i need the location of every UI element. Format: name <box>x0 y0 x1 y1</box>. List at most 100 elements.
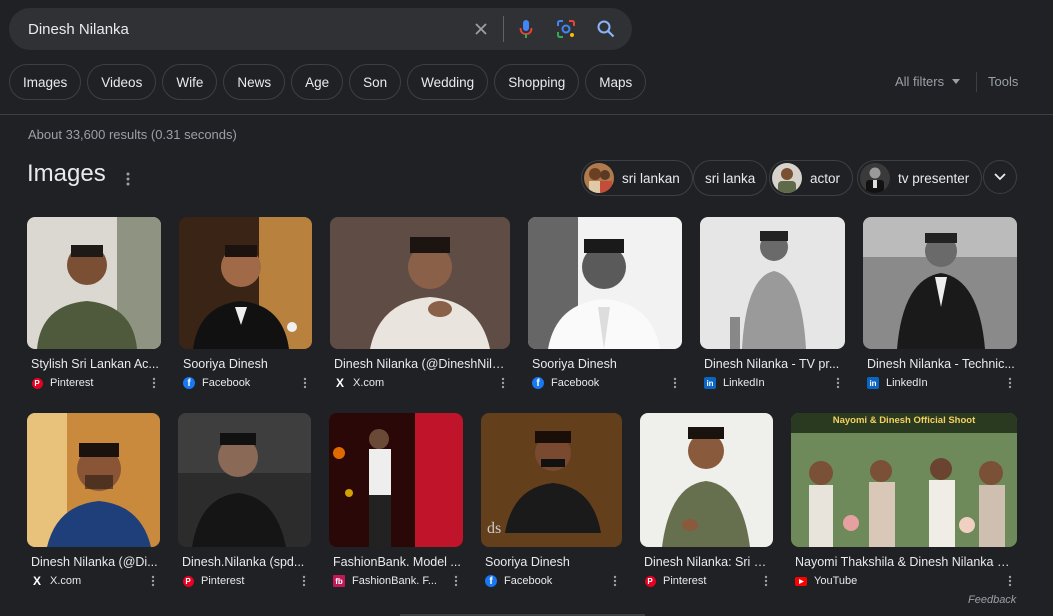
chevron-down-icon <box>994 173 1006 181</box>
result-caption[interactable]: Sooriya Dinesh <box>183 357 310 371</box>
result-source[interactable]: in LinkedIn <box>704 376 845 390</box>
tools-button[interactable]: Tools <box>988 74 1018 89</box>
video-title-overlay: Nayomi & Dinesh Official Shoot <box>832 415 976 426</box>
result-thumbnail[interactable] <box>700 217 845 349</box>
image-result[interactable]: Stylish Sri Lankan Ac... P Pinterest <box>27 217 161 390</box>
related-label: sri lanka <box>705 170 756 186</box>
result-thumbnail[interactable] <box>178 413 311 547</box>
more-options-icon[interactable] <box>1003 574 1017 588</box>
chip-videos[interactable]: Videos <box>87 64 157 100</box>
result-thumbnail[interactable] <box>329 413 463 547</box>
result-caption[interactable]: Dinesh Nilanka - Technic... <box>867 357 1015 371</box>
related-chip-tv-presenter[interactable]: tv presenter <box>857 160 983 196</box>
source-name: LinkedIn <box>723 377 765 389</box>
result-caption[interactable]: Dinesh Nilanka (@DineshNila... <box>334 357 508 371</box>
tools-divider <box>976 72 977 92</box>
related-chip-sri-lanka[interactable]: sri lanka <box>693 160 768 196</box>
chip-news[interactable]: News <box>223 64 286 100</box>
result-thumbnail[interactable] <box>27 217 161 349</box>
microphone-icon[interactable] <box>506 8 546 50</box>
result-thumbnail[interactable]: ds <box>481 413 622 547</box>
result-source[interactable]: X X.com <box>334 376 510 390</box>
expand-related-button[interactable] <box>983 160 1017 194</box>
search-divider <box>503 16 504 42</box>
more-options-icon[interactable] <box>449 574 463 588</box>
image-result[interactable]: Dinesh Nilanka - TV pr... in LinkedIn <box>700 217 845 390</box>
more-options-icon[interactable] <box>146 574 160 588</box>
result-source[interactable]: P Pinterest <box>182 574 311 588</box>
chip-images[interactable]: Images <box>9 64 82 100</box>
result-thumbnail[interactable] <box>863 217 1017 349</box>
more-options-icon[interactable] <box>147 376 161 390</box>
result-source[interactable]: X X.com <box>31 574 160 588</box>
result-source[interactable]: f Facebook <box>183 376 312 390</box>
image-result[interactable]: FashionBank. Model ... fb FashionBank. F… <box>329 413 463 588</box>
search-bar[interactable]: Dinesh Nilanka <box>9 8 632 50</box>
related-chip-actor[interactable]: actor <box>769 160 854 196</box>
result-source[interactable]: P Pinterest <box>31 376 161 390</box>
more-options-icon[interactable] <box>122 170 134 188</box>
result-caption[interactable]: Dinesh.Nilanka (spd... <box>182 555 309 569</box>
result-caption[interactable]: Dinesh Nilanka - TV pr... <box>704 357 843 371</box>
fashionbank-icon: fb <box>333 575 345 587</box>
more-options-icon[interactable] <box>608 574 622 588</box>
image-result[interactable]: Sooriya Dinesh f Facebook <box>179 217 312 390</box>
result-caption[interactable]: Sooriya Dinesh <box>532 357 680 371</box>
more-options-icon[interactable] <box>1003 376 1017 390</box>
all-filters-label: All filters <box>895 74 945 89</box>
result-source[interactable]: in LinkedIn <box>867 376 1017 390</box>
image-result[interactable]: Sooriya Dinesh f Facebook <box>528 217 682 390</box>
result-thumbnail[interactable] <box>330 217 510 349</box>
result-caption[interactable]: Stylish Sri Lankan Ac... <box>31 357 159 371</box>
x-icon: X <box>32 574 41 588</box>
clear-icon[interactable] <box>461 8 501 50</box>
chip-son[interactable]: Son <box>349 64 402 100</box>
x-icon: X <box>335 376 344 390</box>
source-name: Pinterest <box>663 575 707 587</box>
result-source[interactable]: P Pinterest <box>644 574 773 588</box>
image-result[interactable]: Dinesh.Nilanka (spd... P Pinterest <box>178 413 311 588</box>
chip-shopping[interactable]: Shopping <box>494 64 580 100</box>
result-caption[interactable]: Dinesh Nilanka (@Di... <box>31 555 158 569</box>
result-source[interactable]: fb FashionBank. F... <box>333 574 463 588</box>
related-label: sri lankan <box>622 170 680 186</box>
result-thumbnail[interactable] <box>27 413 160 547</box>
source-name: Facebook <box>551 377 600 389</box>
result-thumbnail[interactable] <box>528 217 682 349</box>
more-options-icon[interactable] <box>298 376 312 390</box>
pinterest-icon: P <box>182 575 194 587</box>
image-result[interactable]: ds Sooriya Dinesh f Facebook <box>481 413 622 588</box>
more-options-icon[interactable] <box>831 376 845 390</box>
more-options-icon[interactable] <box>297 574 311 588</box>
all-filters-button[interactable]: All filters <box>895 74 961 89</box>
result-caption[interactable]: Dinesh Nilanka: Sri L... <box>644 555 771 569</box>
result-source[interactable]: f Facebook <box>485 574 622 588</box>
chip-wife[interactable]: Wife <box>162 64 218 100</box>
result-thumbnail[interactable]: Nayomi & Dinesh Official Shoot <box>791 413 1017 547</box>
more-options-icon[interactable] <box>759 574 773 588</box>
lens-icon[interactable] <box>546 8 586 50</box>
image-result[interactable]: Dinesh Nilanka - Technic... in LinkedIn <box>863 217 1017 390</box>
result-thumbnail[interactable] <box>640 413 773 547</box>
linkedin-icon: in <box>867 377 879 389</box>
result-source[interactable]: YouTube <box>795 574 1017 588</box>
search-input[interactable]: Dinesh Nilanka <box>28 21 461 38</box>
image-result[interactable]: Dinesh Nilanka: Sri L... P Pinterest <box>640 413 773 588</box>
image-result[interactable]: Nayomi & Dinesh Official Shoot Nayomi Th… <box>791 413 1017 588</box>
result-caption[interactable]: FashionBank. Model ... <box>333 555 461 569</box>
related-chip-sri-lankan[interactable]: sri lankan <box>581 160 693 196</box>
chip-age[interactable]: Age <box>291 64 344 100</box>
search-icon[interactable] <box>586 8 626 50</box>
result-caption[interactable]: Sooriya Dinesh <box>485 555 620 569</box>
svg-text:ds: ds <box>487 520 501 537</box>
image-result[interactable]: Dinesh Nilanka (@DineshNila... X X.com <box>330 217 510 390</box>
feedback-link[interactable]: Feedback <box>968 594 1016 606</box>
result-source[interactable]: f Facebook <box>532 376 682 390</box>
image-result[interactable]: Dinesh Nilanka (@Di... X X.com <box>27 413 160 588</box>
result-thumbnail[interactable] <box>179 217 312 349</box>
result-caption[interactable]: Nayomi Thakshila & Dinesh Nilanka O... <box>795 555 1015 569</box>
chip-wedding[interactable]: Wedding <box>407 64 489 100</box>
chip-maps[interactable]: Maps <box>585 64 647 100</box>
more-options-icon[interactable] <box>496 376 510 390</box>
more-options-icon[interactable] <box>668 376 682 390</box>
